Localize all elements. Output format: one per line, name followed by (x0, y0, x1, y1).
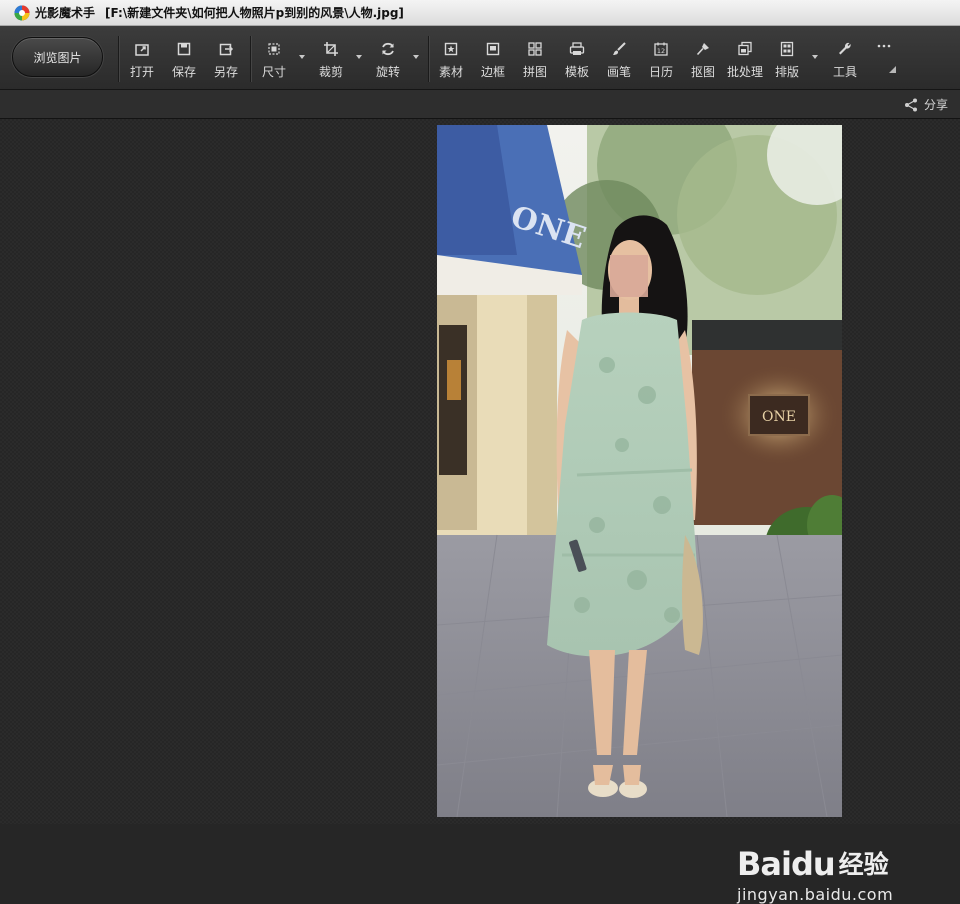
collage-icon (528, 42, 542, 56)
app-logo-icon (14, 5, 30, 20)
border-button[interactable]: 边框 (473, 34, 513, 84)
batch-button[interactable]: 批处理 (725, 34, 765, 84)
layout-icon (780, 41, 794, 57)
layout-label: 排版 (774, 65, 799, 79)
tools-button[interactable]: 工具 (825, 34, 865, 84)
wrench-icon (839, 42, 851, 55)
resize-icon (268, 43, 280, 55)
template-label: 模板 (564, 65, 589, 79)
border-label: 边框 (480, 65, 505, 79)
toolbar-separator (428, 36, 429, 82)
open-icon (135, 44, 149, 56)
rotate-button[interactable]: 旋转 (368, 34, 408, 84)
wall-sign-text: ONE (762, 409, 796, 425)
share-label: 分享 (923, 98, 948, 112)
layout-dropdown-arrow[interactable] (812, 55, 818, 59)
layout-button[interactable]: 排版 (767, 34, 807, 84)
calendar-icon: 12 (654, 42, 668, 56)
save-icon (177, 42, 191, 56)
cutout-button[interactable]: 抠图 (683, 34, 723, 84)
toolbar-separator (250, 36, 251, 82)
crop-icon (324, 42, 338, 56)
crop-dropdown-arrow[interactable] (356, 55, 362, 59)
browse-images-button[interactable]: 浏览图片 (12, 37, 103, 77)
baidu-jingyan-watermark: Baidu 经验 jingyan.baidu.com (737, 845, 893, 904)
toolbar: 浏览图片 打开 保存 另存 尺寸 裁剪 旋转 素材 边框 拼图 模板 画笔 12… (0, 26, 960, 90)
cutout-icon (696, 43, 709, 56)
app-name: 光影魔术手 (35, 6, 96, 20)
cutout-label: 抠图 (690, 65, 715, 79)
save-as-icon (219, 43, 234, 56)
border-icon (486, 42, 500, 56)
save-label: 保存 (171, 65, 196, 79)
resize-dropdown-arrow[interactable] (299, 55, 305, 59)
collage-button[interactable]: 拼图 (515, 34, 555, 84)
open-label: 打开 (129, 65, 154, 79)
photo: ONE ONE (437, 125, 842, 817)
more-icon (877, 44, 891, 48)
crop-button[interactable]: 裁剪 (311, 34, 351, 84)
rotate-label: 旋转 (375, 65, 400, 79)
material-icon (444, 42, 458, 56)
more-expand-triangle-icon[interactable] (889, 66, 896, 73)
tools-label: 工具 (832, 65, 857, 79)
brush-icon (613, 42, 626, 55)
template-button[interactable]: 模板 (557, 34, 597, 84)
rotate-dropdown-arrow[interactable] (413, 55, 419, 59)
watermark-brand: Baidu (737, 845, 836, 883)
watermark-cn: 经验 (838, 850, 889, 879)
sub-toolbar: 分享 (0, 90, 960, 119)
material-label: 素材 (438, 65, 463, 79)
save-button[interactable]: 保存 (164, 34, 204, 84)
save-as-label: 另存 (213, 65, 238, 79)
save-as-button[interactable]: 另存 (206, 34, 246, 84)
resize-label: 尺寸 (261, 65, 286, 79)
calendar-label: 日历 (648, 65, 673, 79)
calendar-button[interactable]: 12 日历 (641, 34, 681, 84)
open-button[interactable]: 打开 (122, 34, 162, 84)
title-bar: 光影魔术手 [F:\新建文件夹\如何把人物照片p到别的风景\人物.jpg] (0, 0, 960, 26)
template-icon (569, 42, 585, 55)
share-icon (904, 98, 917, 111)
image-canvas[interactable]: ONE ONE Baidu 经验 jingyan.baidu.com (0, 119, 960, 904)
share-button[interactable]: 分享 (904, 96, 948, 113)
brush-button[interactable]: 画笔 (599, 34, 639, 84)
collage-label: 拼图 (522, 65, 547, 79)
calendar-icon-number: 12 (657, 47, 665, 55)
watermark-url: jingyan.baidu.com (737, 885, 894, 904)
brush-label: 画笔 (606, 65, 631, 79)
batch-label: 批处理 (726, 65, 763, 79)
crop-label: 裁剪 (318, 65, 343, 79)
more-button[interactable] (864, 34, 904, 84)
rotate-icon (382, 42, 394, 56)
toolbar-separator (118, 36, 119, 82)
resize-button[interactable]: 尺寸 (254, 34, 294, 84)
file-path: [F:\新建文件夹\如何把人物照片p到别的风景\人物.jpg] (105, 6, 404, 20)
photo-image: ONE ONE (437, 125, 842, 817)
batch-icon (738, 41, 752, 56)
material-button[interactable]: 素材 (431, 34, 471, 84)
